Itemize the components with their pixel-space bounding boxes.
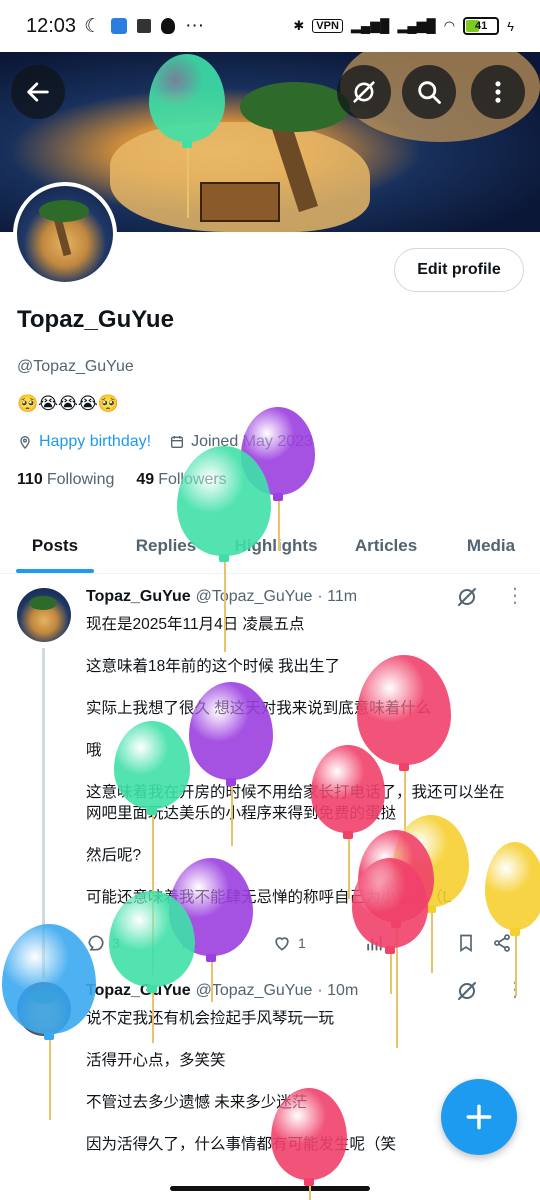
tweet-author-handle[interactable]: @Topaz_GuYue (196, 588, 313, 606)
profile-handle: @Topaz_GuYue (17, 358, 134, 375)
tweet-paragraph: 活得开心点，多笑笑 (86, 1052, 226, 1069)
calendar-icon (171, 436, 184, 448)
grok-icon (353, 81, 375, 103)
birthday-item: Happy birthday! (17, 433, 151, 451)
signal-icon: ▂▄▆█ (397, 18, 436, 33)
tweet-paragraph: 现在是2025年11月4日 凌晨五点 (86, 616, 305, 633)
app-notification-icon (137, 19, 152, 33)
moon-icon: ☾ (84, 15, 102, 37)
tweet-paragraph: 说不定我还有机会捡起手风琴玩一玩 (86, 1010, 335, 1027)
charging-icon: ϟ (507, 18, 514, 34)
profile-tabs: Posts Replies Highlights Articles Media (0, 518, 540, 574)
tweet-header: Topaz_GuYue @Topaz_GuYue · 10m (86, 982, 358, 1000)
more-notifications-icon: ··· (185, 15, 205, 36)
tweet-author-handle[interactable]: @Topaz_GuYue (196, 982, 313, 1000)
profile-meta: Happy birthday! Joined May 2023 (17, 433, 313, 451)
retweet-button[interactable] (178, 933, 272, 953)
battery-icon: 41 (463, 17, 500, 35)
profile-avatar[interactable] (13, 182, 117, 286)
reply-icon (88, 935, 104, 951)
search-icon (418, 81, 441, 104)
following-link[interactable]: 110 Following (17, 471, 114, 489)
heart-icon (275, 937, 289, 951)
views-button[interactable] (364, 933, 456, 953)
like-button[interactable]: 1 (272, 933, 364, 953)
tweet-more-icon[interactable]: ⋮ (505, 980, 525, 1008)
bookmark-button[interactable] (456, 933, 492, 953)
tab-media[interactable]: Media (442, 518, 540, 573)
grok-button[interactable] (337, 65, 391, 119)
tweet-more-icon[interactable]: ⋮ (505, 586, 525, 614)
tweet-paragraph: 可能还意味着我不能肆无忌惮的称呼自己为小登了（L (86, 889, 452, 906)
app-notification-icon (111, 18, 128, 34)
bluetooth-icon: ✱ (293, 18, 305, 33)
tweet-author-name[interactable]: Topaz_GuYue (86, 982, 191, 1000)
wifi-icon: ◠ (443, 18, 456, 33)
tweet-header: Topaz_GuYue @Topaz_GuYue · 11m (86, 588, 357, 606)
penguin-icon (161, 18, 176, 34)
grok-icon[interactable] (455, 585, 479, 609)
tweet-avatar[interactable] (17, 982, 71, 1036)
tweet-body[interactable]: 现在是2025年11月4日 凌晨五点 这意味着18年前的这个时候 我出生了 实际… (86, 614, 516, 929)
tweet-actions: 3 1 (86, 933, 516, 953)
plus-icon (466, 1104, 492, 1130)
retweet-icon (179, 935, 197, 951)
tweet-author-name[interactable]: Topaz_GuYue (86, 588, 191, 606)
tweet-paragraph: 这意味着我在开房的时候不用给家长打电话了，我还可以坐在网吧里面玩达美乐的小程序来… (86, 784, 505, 822)
grok-icon[interactable] (455, 979, 479, 1003)
more-vertical-icon (495, 81, 501, 103)
tweet-time[interactable]: · 11m (317, 588, 357, 606)
tab-posts[interactable]: Posts (0, 518, 110, 573)
birthday-link[interactable]: Happy birthday! (39, 433, 151, 451)
location-pin-icon (20, 436, 30, 449)
joined-date: Joined May 2023 (191, 433, 313, 450)
tab-highlights[interactable]: Highlights (222, 518, 330, 573)
tweet-paragraph: 哦 (86, 742, 102, 759)
compose-button[interactable] (441, 1079, 517, 1155)
status-bar: 12:03 ☾ ··· ✱ VPN ▂▄▆█ ▂▄▆█ ◠ 41 ϟ (0, 0, 540, 52)
edit-profile-button[interactable]: Edit profile (394, 248, 524, 292)
home-indicator[interactable] (170, 1186, 370, 1191)
tweet-avatar[interactable] (17, 588, 71, 642)
tweet-paragraph: 然后呢? (86, 847, 142, 864)
status-right-icons: ✱ VPN ▂▄▆█ ▂▄▆█ ◠ 41 ϟ (293, 17, 514, 35)
more-options-button[interactable] (471, 65, 525, 119)
tab-articles[interactable]: Articles (330, 518, 442, 573)
followers-link[interactable]: 49 Followers (136, 471, 226, 489)
share-icon (494, 934, 510, 952)
thread-line (42, 648, 45, 978)
tweet-time[interactable]: · 10m (317, 982, 358, 1000)
arrow-left-icon (27, 82, 49, 102)
bookmark-icon (460, 934, 472, 953)
tweet-paragraph: 实际上我想了很久 想这天对我来说到底意味着什么 (86, 700, 432, 717)
follow-stats: 110 Following 49 Followers (17, 471, 227, 489)
status-time: 12:03 (26, 14, 77, 37)
share-button[interactable] (492, 933, 516, 953)
signal-icon: ▂▄▆█ (350, 18, 390, 33)
vpn-badge: VPN (312, 19, 343, 33)
joined-item: Joined May 2023 (169, 433, 313, 451)
display-name: Topaz_GuYue (17, 306, 174, 333)
back-button[interactable] (11, 65, 65, 119)
status-left-icons: ☾ ··· (84, 15, 204, 38)
reply-button[interactable]: 3 (86, 933, 178, 953)
search-button[interactable] (402, 65, 456, 119)
tweet-paragraph: 这意味着18年前的这个时候 我出生了 (86, 658, 341, 675)
views-icon (367, 935, 382, 951)
profile-bio: 🥺😭😭😭🥺 (17, 394, 119, 413)
tab-replies[interactable]: Replies (110, 518, 222, 573)
